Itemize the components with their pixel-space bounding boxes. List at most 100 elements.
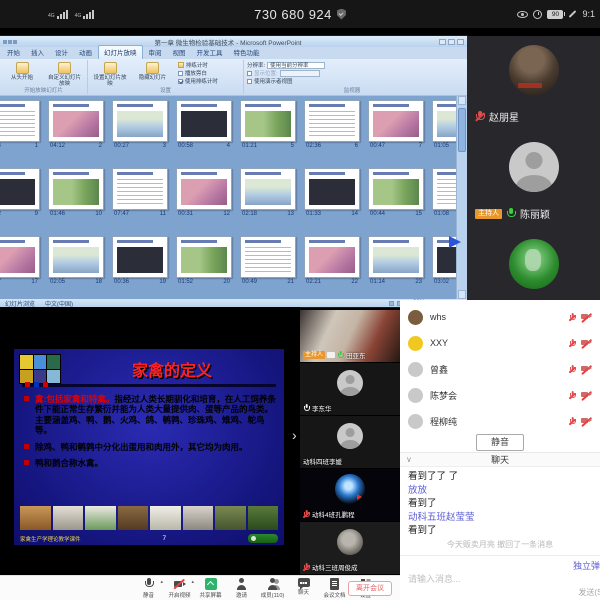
toolbar-chat-button[interactable]: 聊天 <box>291 578 316 599</box>
video-tile[interactable]: 动科4班孔鹏程 <box>300 469 400 521</box>
slide-thumbnail[interactable]: 07:4711 <box>112 168 168 217</box>
slide-thumbnail[interactable]: 01:1423 <box>368 236 424 285</box>
slide-thumbnail[interactable]: 01:2717 <box>0 236 40 285</box>
slide-thumbnail[interactable]: 02:1813 <box>240 168 296 217</box>
scroll-up-icon[interactable] <box>458 96 466 105</box>
bullet-square-icon <box>24 396 29 401</box>
hide-slide-button[interactable]: 隐藏幻灯片 <box>133 61 171 81</box>
normal-view-icon[interactable] <box>389 301 394 306</box>
slide-thumbnail-content <box>305 169 359 209</box>
toolbar-camera-button[interactable]: 开启视频 <box>167 578 192 599</box>
chat-header: 聊天 <box>400 453 600 467</box>
slide-thumbnail[interactable]: 00:477 <box>368 100 424 149</box>
slide-thumbnail[interactable]: 00:273 <box>112 100 168 149</box>
custom-slideshow-button[interactable]: 自定义幻灯片放映 <box>45 61 83 87</box>
ribbon-tab[interactable]: 设计 <box>50 46 73 59</box>
play-narrations-checkbox[interactable]: 播放旁白 <box>178 69 218 77</box>
scrollbar-thumb[interactable] <box>458 108 466 152</box>
toolbar-mic-button[interactable]: 静音 <box>136 578 161 599</box>
ribbon-tab[interactable]: 特色功能 <box>229 46 265 59</box>
slide-thumbnail[interactable]: 00:3112 <box>176 168 232 217</box>
member-name: whs <box>430 312 446 322</box>
slide-rehearse-time: 00:44 <box>370 211 385 217</box>
caret-up-icon[interactable] <box>191 579 194 585</box>
presenter-view-checkbox[interactable]: 使用演示者视图 <box>247 77 457 85</box>
chat-input[interactable] <box>406 573 566 585</box>
scroll-down-icon[interactable] <box>458 290 466 299</box>
toolbar-members-button[interactable]: 成员(110) <box>260 578 285 599</box>
use-timings-checkbox[interactable]: 使用排练计时 <box>178 77 218 85</box>
chat-sender-name: 放放 <box>408 484 592 498</box>
slide-thumbnail[interactable]: 00:529 <box>0 168 40 217</box>
member-row[interactable]: 曾鑫 <box>400 356 600 382</box>
ribbon-tab[interactable]: 插入 <box>26 46 49 59</box>
slide-rehearse-time: 02:21 <box>306 279 321 285</box>
ribbon-tab[interactable]: 审阅 <box>144 46 167 59</box>
slide-thumbnail-meta: 03:0224 <box>432 278 456 285</box>
member-row[interactable]: 陈梦会 <box>400 382 600 408</box>
member-row[interactable]: XXY <box>400 330 600 356</box>
slide-thumbnail-meta: 02:1813 <box>240 210 296 217</box>
member-row[interactable]: 程柳纯 <box>400 408 600 434</box>
participant-tile[interactable]: 赵朋星 <box>467 45 600 133</box>
video-name-row: 动科4班孔鹏程 <box>303 509 355 519</box>
video-tile[interactable]: 主持人田亚东 <box>300 310 400 362</box>
slide-rehearse-time: 01:46 <box>50 211 65 217</box>
video-tile[interactable]: 动科三班周俊成 <box>300 522 400 574</box>
resolution-row: 分辨率:使用当前分辨率 <box>247 61 457 69</box>
expand-column-chevron-icon[interactable] <box>292 428 297 442</box>
participant-name-row: 赵朋星 <box>475 109 519 124</box>
collapse-chevron-icon[interactable] <box>406 453 412 467</box>
close-icon[interactable] <box>457 39 464 45</box>
slide-thumbnail[interactable]: 01:215 <box>240 100 296 149</box>
ribbon-group-start-slideshow: 从头开始 自定义幻灯片放映 开始放映幻灯片 <box>0 60 88 94</box>
slide-thumbnail[interactable]: 01:058 <box>432 100 456 149</box>
slideshow-icon <box>16 62 29 74</box>
quick-access-toolbar[interactable] <box>3 40 17 44</box>
slide-thumbnail[interactable]: 01:0816 <box>432 168 456 217</box>
popout-chat-link[interactable]: 独立弹出 <box>573 559 600 572</box>
ribbon-tab[interactable]: 幻灯片放映 <box>98 45 143 59</box>
resolution-dropdown[interactable]: 使用当前分辨率 <box>267 62 325 69</box>
slide-thumbnail[interactable]: 00:3619 <box>112 236 168 285</box>
send-button[interactable]: 发送(S) <box>578 587 600 598</box>
video-tile[interactable]: 李东华 <box>300 363 400 415</box>
slide-thumbnail[interactable]: 00:4921 <box>240 236 296 285</box>
setup-slideshow-button[interactable]: 设置幻灯片放映 <box>91 61 129 87</box>
mute-button[interactable]: 静音 <box>476 434 524 451</box>
slide-thumbnail[interactable]: 01:4610 <box>48 168 104 217</box>
rehearse-timings-button[interactable]: 排练计时 <box>178 61 218 69</box>
slide-thumbnail[interactable]: 00:4415 <box>368 168 424 217</box>
caret-up-icon[interactable] <box>160 579 163 585</box>
vertical-scrollbar[interactable] <box>456 96 467 299</box>
participants-panel: 赵朋星主持人陈丽颖赵留震 <box>467 36 600 300</box>
slide-thumbnail[interactable]: 04:122 <box>48 100 104 149</box>
slide-thumbnail[interactable]: 01:5220 <box>176 236 232 285</box>
timer-icon <box>178 62 184 68</box>
slide-thumbnail[interactable]: 02:366 <box>304 100 360 149</box>
window-controls[interactable] <box>439 39 464 45</box>
slide-thumbnail[interactable]: 01:3314 <box>304 168 360 217</box>
ribbon-tab[interactable]: 开始 <box>2 46 25 59</box>
show-on-dropdown[interactable] <box>280 70 320 77</box>
slide-thumbnail[interactable]: 02:0518 <box>48 236 104 285</box>
maximize-icon[interactable] <box>448 39 455 45</box>
slide-thumbnail-meta: 00:3112 <box>176 210 232 217</box>
minimize-icon[interactable] <box>439 39 446 45</box>
video-tile[interactable]: 动科四班李媛 <box>300 416 400 468</box>
slide-thumbnail[interactable]: 02:2122 <box>304 236 360 285</box>
from-beginning-button[interactable]: 从头开始 <box>3 61 41 81</box>
leave-meeting-button[interactable]: 离开会议 <box>348 581 392 596</box>
member-row[interactable]: whs <box>400 304 600 330</box>
toolbar-doc-button[interactable]: 会议文档 <box>322 578 347 599</box>
ribbon-tab[interactable]: 开发工具 <box>192 46 228 59</box>
slide-thumbnail[interactable]: 00:584 <box>176 100 232 149</box>
signal-area: 4G 4G <box>48 10 94 19</box>
participant-tile[interactable]: 主持人陈丽颖 <box>467 142 600 230</box>
ribbon-tab[interactable]: 动画 <box>74 46 97 59</box>
slide-thumbnail-content <box>113 237 167 277</box>
slide-thumbnail[interactable]: 02:441 <box>0 100 40 149</box>
toolbar-invite-button[interactable]: 邀请 <box>229 578 254 599</box>
ribbon-tab[interactable]: 视图 <box>168 46 191 59</box>
toolbar-screen-share-button[interactable]: 共享屏幕 <box>198 578 223 599</box>
